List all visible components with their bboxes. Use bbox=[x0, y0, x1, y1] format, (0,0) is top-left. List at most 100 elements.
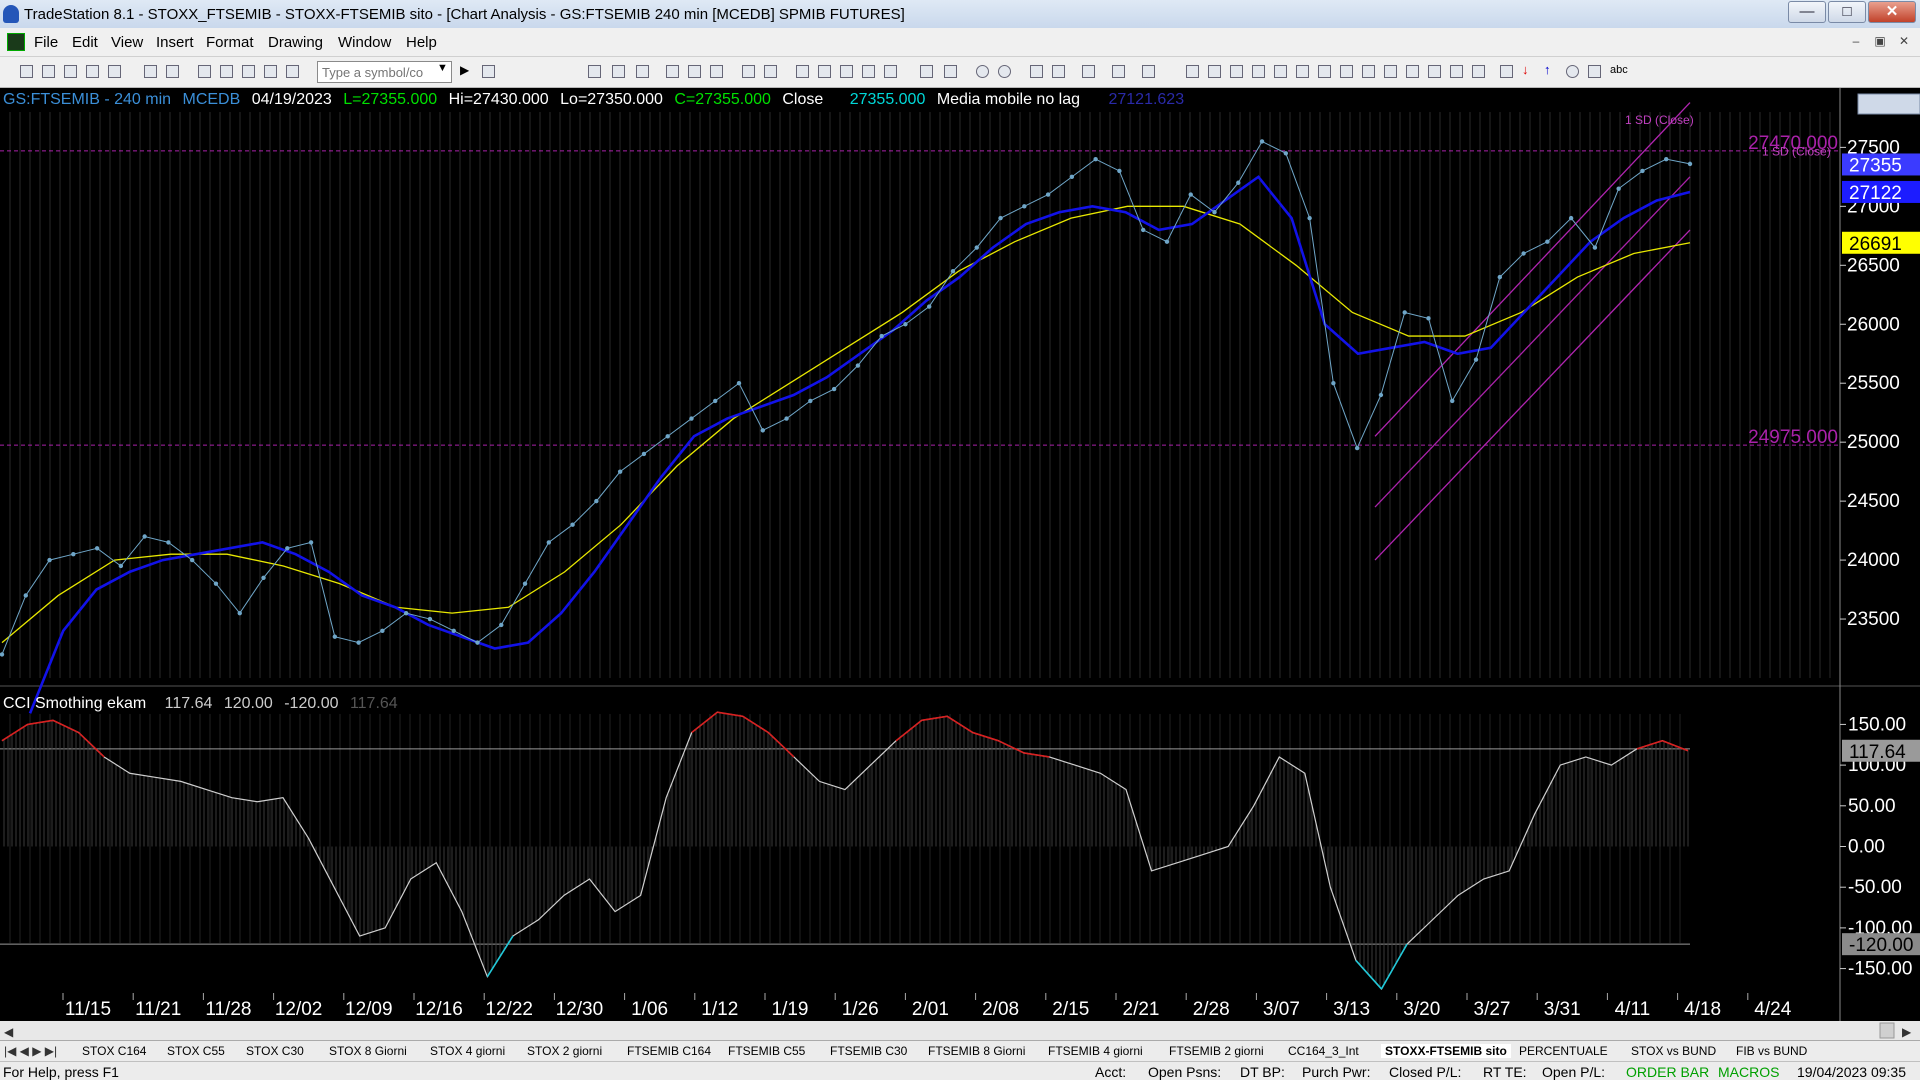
rectangle-icon[interactable] bbox=[1588, 65, 1601, 78]
window-icon[interactable] bbox=[198, 65, 211, 78]
scroll-right-icon[interactable] bbox=[944, 65, 957, 78]
chevron-down-icon[interactable]: ▼ bbox=[437, 62, 448, 74]
bars-icon[interactable] bbox=[862, 65, 875, 78]
order-icon[interactable] bbox=[1112, 65, 1125, 78]
maximize-button[interactable]: □ bbox=[1828, 1, 1866, 23]
tab-cc164-3-int[interactable]: CC164_3_Int bbox=[1288, 1044, 1359, 1058]
bars-icon[interactable] bbox=[884, 65, 897, 78]
chart-canvas[interactable]: 2350024000245002500025500260002650027000… bbox=[0, 88, 1920, 1040]
indicator-icon[interactable] bbox=[666, 65, 679, 78]
arc-icon[interactable] bbox=[1252, 65, 1265, 78]
find-icon[interactable] bbox=[482, 65, 495, 78]
cycle-lines-icon[interactable] bbox=[1428, 65, 1441, 78]
new-icon[interactable] bbox=[20, 65, 33, 78]
tab-ftsemib-8-giorni[interactable]: FTSEMIB 8 Giorni bbox=[928, 1044, 1025, 1058]
tab-stox-2-giorni[interactable]: STOX 2 giorni bbox=[527, 1044, 602, 1058]
macros-button[interactable]: MACROS bbox=[1718, 1064, 1779, 1080]
speed-line-icon[interactable] bbox=[1296, 65, 1309, 78]
horizontal-arrow-icon[interactable] bbox=[1384, 65, 1397, 78]
crosshair-icon[interactable] bbox=[1052, 65, 1065, 78]
menu-window[interactable]: Window bbox=[338, 34, 391, 51]
status-acct: Acct: bbox=[1095, 1064, 1127, 1080]
tools-icon[interactable] bbox=[1082, 65, 1095, 78]
bar-chart-icon[interactable] bbox=[588, 65, 601, 78]
mdi-minimize-button[interactable]: – bbox=[1846, 32, 1866, 51]
regression-icon[interactable] bbox=[1362, 65, 1375, 78]
tab-fib-vs-bund[interactable]: FIB vs BUND bbox=[1736, 1044, 1807, 1058]
clear-icon[interactable] bbox=[1142, 65, 1155, 78]
tradestation-app-icon bbox=[3, 5, 19, 23]
scroll-left-icon[interactable] bbox=[920, 65, 933, 78]
minimize-button[interactable]: — bbox=[1788, 1, 1826, 23]
tab-ftsemib-2-giorni[interactable]: FTSEMIB 2 giorni bbox=[1169, 1044, 1264, 1058]
strategy-icon[interactable] bbox=[688, 65, 701, 78]
folder-icon[interactable] bbox=[108, 65, 121, 78]
menu-drawing[interactable]: Drawing bbox=[268, 34, 323, 51]
vertical-lines-icon[interactable] bbox=[1318, 65, 1331, 78]
bar-chart-type-icon[interactable] bbox=[612, 65, 625, 78]
options-icon[interactable] bbox=[840, 65, 853, 78]
mdi-restore-button[interactable]: ▣ bbox=[1870, 32, 1890, 51]
zoom-out-icon[interactable] bbox=[998, 65, 1011, 78]
menu-edit[interactable]: Edit bbox=[72, 34, 98, 51]
pointer-icon[interactable] bbox=[1030, 65, 1043, 78]
tab-stox-4-giorni[interactable]: STOX 4 giorni bbox=[430, 1044, 505, 1058]
symbol-input[interactable] bbox=[317, 61, 452, 83]
table-icon[interactable] bbox=[636, 65, 649, 78]
window-tile-icon[interactable] bbox=[220, 65, 233, 78]
text-tool-icon[interactable]: abc bbox=[1610, 64, 1634, 77]
copy-icon[interactable] bbox=[86, 65, 99, 78]
fan-icon[interactable] bbox=[1274, 65, 1287, 78]
fibonacci-icon[interactable] bbox=[1230, 65, 1243, 78]
tab-ftsemib-c164[interactable]: FTSEMIB C164 bbox=[627, 1044, 711, 1058]
format-window-icon[interactable] bbox=[764, 65, 777, 78]
tab-percentuale[interactable]: PERCENTUALE bbox=[1519, 1044, 1608, 1058]
tab-stox-8-giorni[interactable]: STOX 8 Giorni bbox=[329, 1044, 407, 1058]
tab-ftsemib-4-giorni[interactable]: FTSEMIB 4 giorni bbox=[1048, 1044, 1143, 1058]
menu-insert[interactable]: Insert bbox=[156, 34, 194, 51]
close-line-point bbox=[1236, 180, 1241, 185]
pencil-icon[interactable] bbox=[1472, 65, 1485, 78]
zoom-in-icon[interactable] bbox=[976, 65, 989, 78]
menu-format[interactable]: Format bbox=[206, 34, 254, 51]
tab-stox-c55[interactable]: STOX C55 bbox=[167, 1044, 225, 1058]
close-line-point bbox=[879, 333, 884, 339]
chart-analysis-window[interactable]: 23500 24000 24500 25000 25500 26000 26500 27000… bbox=[0, 88, 1920, 1066]
refresh-icon[interactable] bbox=[710, 65, 723, 78]
chart-window-icon[interactable] bbox=[7, 33, 25, 51]
open-workspace-icon[interactable] bbox=[64, 65, 77, 78]
tab-ftsemib-c30[interactable]: FTSEMIB C30 bbox=[830, 1044, 907, 1058]
down-arrow-icon[interactable]: ↓ bbox=[1522, 62, 1535, 77]
andrews-pitchfork-icon[interactable] bbox=[1340, 65, 1353, 78]
globe-icon[interactable] bbox=[286, 65, 299, 78]
save-icon[interactable] bbox=[144, 65, 157, 78]
open-icon[interactable] bbox=[42, 65, 55, 78]
tab-stoxx-ftsemib-sito[interactable]: STOXX-FTSEMIB sito bbox=[1381, 1044, 1511, 1058]
menu-help[interactable]: Help bbox=[406, 34, 437, 51]
print-icon[interactable] bbox=[166, 65, 179, 78]
tab-stox-c30[interactable]: STOX C30 bbox=[246, 1044, 304, 1058]
order-bar-button[interactable]: ORDER BAR bbox=[1626, 1064, 1709, 1080]
menu-file[interactable]: File bbox=[34, 34, 58, 51]
parallel-lines-icon[interactable] bbox=[1406, 65, 1419, 78]
horizontal-lines-icon[interactable] bbox=[1208, 65, 1221, 78]
tab-scroll-arrows[interactable]: |◀ ◀ ▶ ▶| bbox=[4, 1044, 57, 1058]
matrix-icon[interactable] bbox=[818, 65, 831, 78]
format-icon[interactable] bbox=[742, 65, 755, 78]
up-arrow-icon[interactable]: ↑ bbox=[1544, 62, 1557, 77]
curve-icon[interactable] bbox=[1500, 65, 1513, 78]
gann-fan-icon[interactable] bbox=[1450, 65, 1463, 78]
lock-icon[interactable] bbox=[242, 65, 255, 78]
ellipse-icon[interactable] bbox=[1566, 65, 1579, 78]
chart-icon[interactable] bbox=[264, 65, 277, 78]
tab-ftsemib-c55[interactable]: FTSEMIB C55 bbox=[728, 1044, 805, 1058]
close-button[interactable]: ✕ bbox=[1868, 1, 1916, 23]
play-icon[interactable]: ▶ bbox=[460, 63, 473, 77]
mdi-close-button[interactable]: ✕ bbox=[1894, 32, 1914, 51]
radar-icon[interactable] bbox=[796, 65, 809, 78]
tab-stox-vs-bund[interactable]: STOX vs BUND bbox=[1631, 1044, 1716, 1058]
menu-view[interactable]: View bbox=[111, 34, 143, 51]
trendline-icon[interactable] bbox=[1186, 65, 1199, 78]
tab-stox-c164[interactable]: STOX C164 bbox=[82, 1044, 146, 1058]
price-tick-label: 25500 bbox=[1847, 373, 1900, 394]
